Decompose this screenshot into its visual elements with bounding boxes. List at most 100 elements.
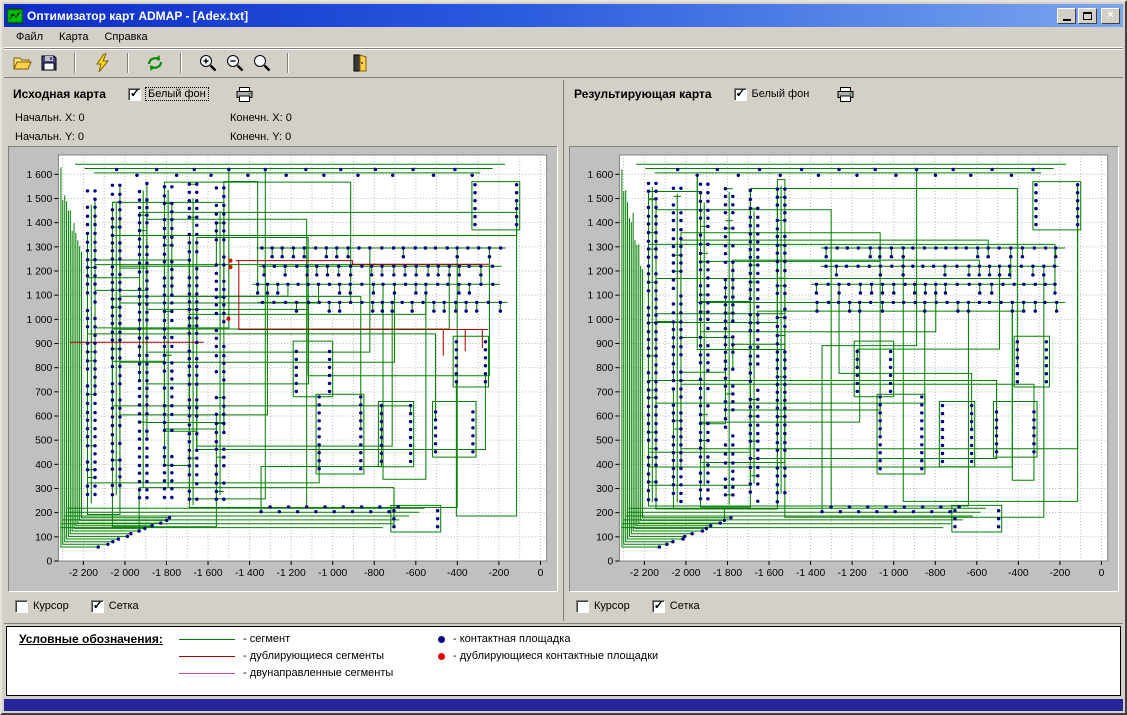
svg-text:0: 0 xyxy=(1099,568,1105,579)
minimize-button[interactable] xyxy=(1057,8,1076,24)
result-panel-footer: Курсор Сетка xyxy=(566,592,1122,616)
svg-text:1 500: 1 500 xyxy=(26,194,52,205)
open-button[interactable] xyxy=(9,51,34,75)
dup-pads-label: - дублирующиеся контактные площадки xyxy=(453,650,658,662)
result-chart-area: 1 6001 5001 4001 3001 2001 1001 00090080… xyxy=(569,146,1119,592)
optimize-button[interactable] xyxy=(89,51,114,75)
menu-help[interactable]: Справка xyxy=(96,28,155,46)
svg-text:-800: -800 xyxy=(364,568,385,579)
result-cursor-label: Курсор xyxy=(594,600,630,612)
svg-text:1 500: 1 500 xyxy=(587,194,613,205)
svg-text:1 400: 1 400 xyxy=(587,218,613,229)
source-grid-checkbox[interactable]: Сетка xyxy=(91,600,139,613)
source-cursor-checkbox-box[interactable] xyxy=(15,600,28,613)
close-button[interactable]: × xyxy=(1101,8,1120,24)
menu-file[interactable]: Файл xyxy=(8,28,51,46)
svg-text:-200: -200 xyxy=(489,568,510,579)
svg-text:600: 600 xyxy=(596,412,614,423)
toolbar xyxy=(4,48,1123,77)
source-map-chart[interactable]: 1 6001 5001 4001 3001 2001 1001 00090080… xyxy=(9,147,557,591)
svg-text:-1 200: -1 200 xyxy=(838,568,868,579)
save-icon xyxy=(39,53,59,73)
svg-text:-1 800: -1 800 xyxy=(152,568,182,579)
toolbar-separator xyxy=(74,53,76,73)
source-cursor-checkbox[interactable]: Курсор xyxy=(15,600,69,613)
result-grid-label: Сетка xyxy=(670,600,700,612)
title-bar[interactable]: Оптимизатор карт ADMAP - [Adex.txt] × xyxy=(4,4,1123,27)
bidir-segments-line-swatch xyxy=(179,673,235,674)
app-icon xyxy=(7,8,23,24)
svg-text:1 000: 1 000 xyxy=(587,315,613,326)
dup-segments-line-swatch xyxy=(179,656,235,657)
source-map-panel: Исходная карта Белый фон Начальн. X: xyxy=(5,80,564,621)
refresh-button[interactable] xyxy=(142,51,167,75)
result-white-bg-checkbox[interactable]: Белый фон xyxy=(734,88,810,101)
result-grid-checkbox-box[interactable] xyxy=(652,600,665,613)
svg-text:600: 600 xyxy=(35,412,53,423)
source-coords-block: Начальн. X: 0 Начальн. Y: 0 Конечн. X: 0… xyxy=(5,104,561,146)
zoom-in-button[interactable] xyxy=(195,51,220,75)
pad-dot-swatch xyxy=(438,636,445,643)
exit-button[interactable] xyxy=(347,51,372,75)
svg-text:-1 400: -1 400 xyxy=(235,568,265,579)
app-window: Оптимизатор карт ADMAP - [Adex.txt] × Фа… xyxy=(0,0,1127,715)
svg-text:1 100: 1 100 xyxy=(587,291,613,302)
svg-text:1 300: 1 300 xyxy=(26,242,52,253)
open-folder-icon xyxy=(12,53,32,73)
svg-text:200: 200 xyxy=(596,508,614,519)
result-map-chart[interactable]: 1 6001 5001 4001 3001 2001 1001 00090080… xyxy=(570,147,1118,591)
svg-text:-1 600: -1 600 xyxy=(754,568,784,579)
result-white-bg-checkbox-box[interactable] xyxy=(734,88,747,101)
legend-pad-row: - контактная площадка xyxy=(414,633,658,645)
legend-title: Условные обозначения: xyxy=(19,632,179,690)
result-cursor-checkbox[interactable]: Курсор xyxy=(576,600,630,613)
source-white-bg-checkbox[interactable]: Белый фон xyxy=(128,88,208,101)
result-coords-spacer xyxy=(566,104,1122,146)
lightning-icon xyxy=(92,53,112,73)
segment-line-swatch xyxy=(179,639,235,640)
svg-text:-2 200: -2 200 xyxy=(69,568,99,579)
svg-text:900: 900 xyxy=(596,339,614,350)
svg-text:800: 800 xyxy=(35,363,53,374)
legend-dup-pads-row: - дублирующиеся контактные площадки xyxy=(414,650,658,662)
source-print-button[interactable] xyxy=(236,87,253,102)
source-end-x-label: Конечн. X: 0 xyxy=(230,110,292,126)
window-title: Оптимизатор карт ADMAP - [Adex.txt] xyxy=(27,9,1055,23)
svg-text:-1 600: -1 600 xyxy=(193,568,223,579)
source-white-bg-label: Белый фон xyxy=(146,88,208,100)
legend-dot-items: - контактная площадка - дублирующиеся ко… xyxy=(414,633,658,690)
zoom-out-button[interactable] xyxy=(222,51,247,75)
svg-text:1 100: 1 100 xyxy=(26,291,52,302)
save-button[interactable] xyxy=(36,51,61,75)
svg-text:500: 500 xyxy=(596,436,614,447)
result-map-panel: Результирующая карта Белый фон 1 6001 50 xyxy=(564,80,1122,621)
result-map-title: Результирующая карта xyxy=(574,87,712,101)
printer-icon xyxy=(236,87,253,102)
svg-text:500: 500 xyxy=(35,436,53,447)
toolbar-separator xyxy=(287,53,289,73)
zoom-button[interactable] xyxy=(249,51,274,75)
source-grid-checkbox-box[interactable] xyxy=(91,600,104,613)
source-grid-label: Сетка xyxy=(109,600,139,612)
svg-text:-600: -600 xyxy=(406,568,427,579)
svg-text:900: 900 xyxy=(35,339,53,350)
svg-text:800: 800 xyxy=(596,363,614,374)
svg-text:-400: -400 xyxy=(1008,568,1029,579)
maximize-button[interactable] xyxy=(1078,8,1097,24)
svg-text:-600: -600 xyxy=(967,568,988,579)
main-area: Исходная карта Белый фон Начальн. X: xyxy=(4,77,1123,624)
svg-text:100: 100 xyxy=(35,532,53,543)
result-cursor-checkbox-box[interactable] xyxy=(576,600,589,613)
source-panel-footer: Курсор Сетка xyxy=(5,592,561,616)
svg-text:-200: -200 xyxy=(1050,568,1071,579)
source-white-bg-checkbox-box[interactable] xyxy=(128,88,141,101)
result-print-button[interactable] xyxy=(837,87,854,102)
svg-text:0: 0 xyxy=(538,568,544,579)
legend-bidir-segments-row: - двунаправленные сегменты xyxy=(179,667,414,679)
result-grid-checkbox[interactable]: Сетка xyxy=(652,600,700,613)
menu-map[interactable]: Карта xyxy=(51,28,96,46)
minimize-icon xyxy=(1063,19,1071,21)
bidir-segments-label: - двунаправленные сегменты xyxy=(243,667,393,679)
source-end-y-label: Конечн. Y: 0 xyxy=(230,129,292,145)
source-map-title: Исходная карта xyxy=(13,87,106,101)
